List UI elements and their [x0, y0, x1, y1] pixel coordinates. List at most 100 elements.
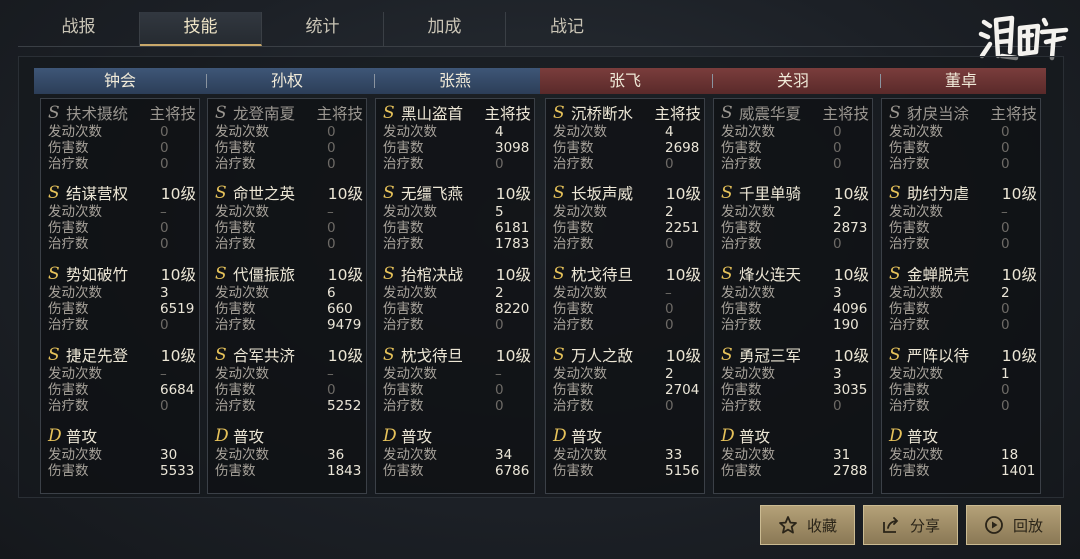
- skill-stat-row: 治疗数 0: [553, 236, 701, 252]
- skill-block: S 威震华夏 主将技 发动次数 0 伤害数 0 治疗数 0: [721, 102, 869, 172]
- stat-label: 发动次数: [553, 204, 607, 220]
- skill-stat-row: 发动次数 2: [721, 204, 869, 220]
- stat-value: 0: [1001, 382, 1010, 398]
- stat-label: 伤害数: [889, 301, 930, 317]
- stat-label: 伤害数: [889, 463, 930, 479]
- stat-value: 0: [833, 236, 842, 252]
- skill-stat-row: 治疗数 0: [48, 236, 196, 252]
- stat-label: 发动次数: [48, 204, 102, 220]
- stat-value: 31: [833, 447, 851, 463]
- favorite-button[interactable]: 收藏: [760, 505, 855, 545]
- skill-level: 10级: [1001, 266, 1037, 284]
- stat-label: 治疗数: [215, 398, 256, 414]
- skill-stat-row: 发动次数 4: [553, 124, 701, 140]
- stat-value: 0: [495, 156, 504, 172]
- stat-label: 伤害数: [721, 463, 762, 479]
- skill-name: 结谋营权: [66, 185, 129, 203]
- skill-name: 勇冠三军: [739, 347, 802, 365]
- tab-statistics[interactable]: 统计: [262, 12, 384, 46]
- stat-value: 0: [327, 156, 336, 172]
- stat-value: 0: [833, 156, 842, 172]
- skill-grade: S: [553, 183, 565, 203]
- skill-header: S 枕戈待旦 10级: [383, 344, 531, 366]
- skill-level: 10级: [327, 347, 363, 365]
- stat-value: 30: [160, 447, 178, 463]
- skill-stat-row: 发动次数 6: [215, 285, 363, 301]
- stat-value: 0: [1001, 124, 1010, 140]
- stat-value: 34: [495, 447, 513, 463]
- stat-value: 2: [495, 285, 504, 301]
- stat-value: 3: [833, 366, 842, 382]
- stat-label: 伤害数: [553, 382, 594, 398]
- skill-stat-row: 发动次数 2: [383, 285, 531, 301]
- skill-level: 10级: [833, 347, 869, 365]
- skill-grade: S: [383, 103, 395, 123]
- skill-stat-row: 伤害数 0: [215, 140, 363, 156]
- hero-name: 张飞: [608, 71, 641, 90]
- skill-stat-row: 治疗数 0: [48, 156, 196, 172]
- tab-skills[interactable]: 技能: [140, 12, 262, 46]
- stat-label: 伤害数: [48, 140, 89, 156]
- tab-bonus[interactable]: 加成: [384, 12, 506, 46]
- skill-header: S 勇冠三军 10级: [721, 344, 869, 366]
- stat-label: 伤害数: [721, 220, 762, 236]
- stat-label: 发动次数: [383, 366, 437, 382]
- skill-grade: D: [553, 426, 567, 446]
- stat-label: 发动次数: [889, 204, 943, 220]
- skill-grade: S: [215, 103, 227, 123]
- stat-value: 0: [495, 398, 504, 414]
- skill-name: 代僵振旅: [233, 266, 296, 284]
- stat-label: 发动次数: [889, 447, 943, 463]
- skill-stat-row: 伤害数 0: [889, 140, 1037, 156]
- skill-block: D 普攻 发动次数 18 伤害数 1401: [889, 425, 1037, 479]
- tab-bar: 战报 技能 统计 加成 战记: [18, 12, 628, 46]
- share-button[interactable]: 分享: [863, 505, 958, 545]
- skill-stat-row: 发动次数 0: [721, 124, 869, 140]
- skill-stat-row: 治疗数 0: [48, 317, 196, 333]
- tab-battle-report[interactable]: 战报: [18, 12, 140, 46]
- skill-level: 10级: [495, 266, 531, 284]
- skill-name: 威震华夏: [739, 105, 802, 123]
- skill-stat-row: 伤害数 0: [721, 140, 869, 156]
- skill-name: 枕戈待旦: [571, 266, 634, 284]
- skill-header: S 命世之英 10级: [215, 182, 363, 204]
- skill-stat-row: 伤害数 0: [889, 301, 1037, 317]
- stat-value: 0: [833, 124, 842, 140]
- skill-stat-row: 发动次数 –: [215, 204, 363, 220]
- tab-battle-log[interactable]: 战记: [506, 12, 628, 46]
- hero-skill-column: S 黑山盗首 主将技 发动次数 4 伤害数 3098 治疗数 0 S 无缰飞燕 10级 发动次数 5 伤害数…: [375, 98, 535, 494]
- stat-label: 伤害数: [383, 140, 424, 156]
- stat-label: 治疗数: [889, 156, 930, 172]
- stat-label: 伤害数: [721, 382, 762, 398]
- skill-level: 主将技: [990, 105, 1037, 123]
- stat-value: 0: [327, 140, 336, 156]
- skill-stat-row: 伤害数 2251: [553, 220, 701, 236]
- skill-name: 枕戈待旦: [401, 347, 464, 365]
- skill-stat-row: 伤害数 0: [48, 220, 196, 236]
- stat-value: 8220: [495, 301, 530, 317]
- hero-name: 钟会: [103, 71, 136, 90]
- skill-block: S 豺戾当涂 主将技 发动次数 0 伤害数 0 治疗数 0: [889, 102, 1037, 172]
- skill-header: S 捷足先登 10级: [48, 344, 196, 366]
- skill-block: S 千里单骑 10级 发动次数 2 伤害数 2873 治疗数 0: [721, 182, 869, 252]
- stat-label: 发动次数: [721, 285, 775, 301]
- stat-value: –: [160, 366, 167, 382]
- skill-grade: S: [553, 264, 565, 284]
- skill-grade: S: [721, 345, 733, 365]
- stat-label: 发动次数: [383, 204, 437, 220]
- replay-label: 回放: [1012, 516, 1043, 535]
- skill-stat-row: 伤害数 8220: [383, 301, 531, 317]
- skill-name: 普攻: [739, 428, 771, 446]
- skill-stat-row: 治疗数 0: [215, 236, 363, 252]
- skill-level: 10级: [665, 266, 701, 284]
- stat-label: 治疗数: [48, 398, 89, 414]
- replay-button[interactable]: 回放: [966, 505, 1061, 545]
- skill-grade: D: [215, 426, 229, 446]
- skill-grade: S: [889, 345, 901, 365]
- skill-block: S 捷足先登 10级 发动次数 – 伤害数 6684 治疗数 0: [48, 344, 196, 414]
- stat-value: 0: [1001, 220, 1010, 236]
- stat-value: 4: [665, 124, 674, 140]
- skill-block: S 枕戈待旦 10级 发动次数 – 伤害数 0 治疗数 0: [553, 263, 701, 333]
- skill-stat-row: 治疗数 0: [889, 236, 1037, 252]
- skill-grade: S: [721, 264, 733, 284]
